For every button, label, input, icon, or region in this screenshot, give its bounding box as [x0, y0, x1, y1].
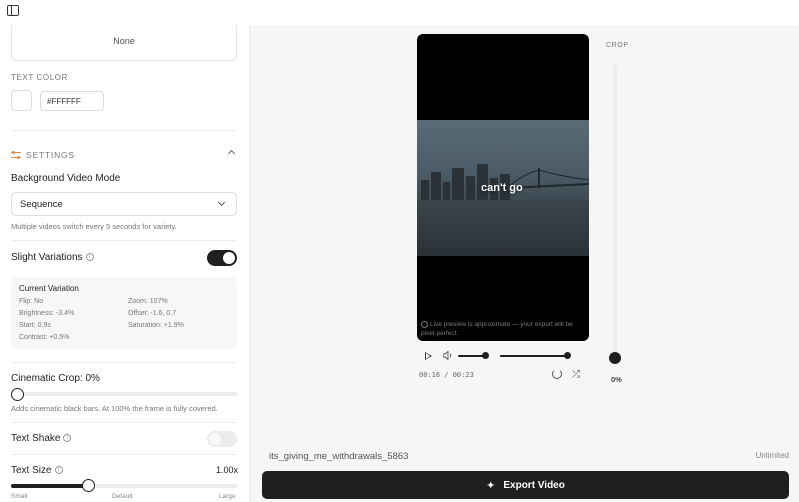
- text-shake-row: Text Shake i: [11, 433, 72, 444]
- slight-variations-toggle[interactable]: [207, 250, 237, 266]
- current-variation-title: Current Variation: [19, 284, 79, 293]
- sliders-icon: [11, 150, 21, 160]
- text-color-label: TEXT COLOR: [11, 73, 68, 82]
- shuffle-icon[interactable]: ⤮: [572, 370, 580, 380]
- text-color-hex-input[interactable]: [40, 91, 104, 111]
- divider: [11, 422, 237, 423]
- plan-badge: Unlimited: [755, 451, 789, 460]
- info-icon[interactable]: i: [54, 466, 63, 475]
- tick-large: Large: [219, 493, 236, 500]
- text-shake-toggle[interactable]: [207, 431, 237, 447]
- video-preview[interactable]: can't go Live preview is approximate — y…: [417, 34, 589, 341]
- sparkles-icon: ✦: [486, 479, 496, 492]
- settings-title: SETTINGS: [26, 150, 75, 160]
- chevron-up-icon[interactable]: [227, 149, 236, 158]
- variation-zoom: Zoom: 107%: [128, 298, 168, 305]
- crop-thumb[interactable]: [609, 352, 621, 364]
- settings-section-header[interactable]: SETTINGS: [11, 149, 237, 161]
- cinematic-crop-thumb[interactable]: [11, 388, 24, 401]
- tick-default: Default: [112, 493, 133, 500]
- cinematic-crop-track[interactable]: [11, 392, 237, 396]
- crop-label: CROP: [606, 42, 629, 49]
- top-bar: [0, 0, 799, 25]
- variation-flip: Flip: No: [19, 298, 44, 305]
- crop-slider[interactable]: [613, 65, 617, 355]
- font-style-option[interactable]: None: [11, 25, 237, 61]
- variation-saturation: Saturation: +1.9%: [128, 322, 184, 329]
- divider: [11, 454, 237, 455]
- slight-variations-row: Slight Variations i: [11, 252, 94, 263]
- file-name: its_giving_me_withdrawals_5863: [269, 451, 409, 462]
- settings-panel: None TEXT COLOR SETTINGS Background Vide…: [0, 25, 250, 502]
- divider: [11, 130, 237, 131]
- preview-note: Live preview is approximate — your expor…: [421, 320, 573, 337]
- slight-variations-label: Slight Variations: [11, 252, 83, 263]
- divider: [11, 362, 237, 363]
- water: [417, 200, 589, 256]
- variation-offset: Offset: -1.6, 0.7: [128, 310, 177, 317]
- volume-icon[interactable]: [443, 351, 453, 360]
- sidebar-toggle-icon[interactable]: [7, 5, 19, 16]
- bg-mode-label: Background Video Mode: [11, 173, 121, 184]
- text-size-value: 1.00x: [216, 465, 239, 475]
- crop-value: 0%: [611, 375, 622, 384]
- tick-small: Small: [11, 493, 28, 500]
- cinematic-crop-help: Adds cinematic black bars. At 100% the f…: [11, 404, 218, 413]
- info-icon[interactable]: i: [85, 253, 94, 262]
- volume-thumb[interactable]: [482, 352, 489, 359]
- text-size-label: Text Size: [11, 465, 52, 476]
- text-size-thumb[interactable]: [82, 479, 95, 492]
- info-icon[interactable]: i: [63, 434, 72, 443]
- seek-slider[interactable]: [500, 355, 568, 357]
- text-size-fill: [11, 484, 88, 488]
- play-icon[interactable]: [425, 352, 432, 360]
- divider: [11, 240, 237, 241]
- text-color-swatch[interactable]: [11, 90, 32, 111]
- seek-thumb[interactable]: [564, 352, 571, 359]
- playback-time: 00:16 / 00:23: [419, 371, 474, 379]
- text-size-row: Text Size i: [11, 465, 63, 476]
- caption-text: can't go: [481, 182, 523, 194]
- variation-contrast: Contrast: +0.5%: [19, 334, 70, 341]
- variation-start: Start: 0.9s: [19, 322, 51, 329]
- video-frame: can't go: [417, 120, 589, 256]
- bg-mode-help: Multiple videos switch every 5 seconds f…: [11, 222, 177, 231]
- text-shake-label: Text Shake: [11, 433, 61, 444]
- bg-mode-select[interactable]: Sequence: [11, 192, 237, 216]
- cinematic-crop-label: Cinematic Crop: 0%: [11, 373, 100, 384]
- chevron-down-icon: [217, 198, 226, 207]
- reset-icon[interactable]: [552, 369, 562, 379]
- info-circle-icon: [421, 320, 428, 328]
- current-variation-card: Current Variation Flip: No Zoom: 107% Br…: [11, 277, 237, 349]
- preview-area: can't go Live preview is approximate — y…: [250, 25, 799, 502]
- export-video-button[interactable]: ✦ Export Video: [262, 471, 789, 499]
- export-label: Export Video: [503, 479, 565, 491]
- variation-brightness: Brightness: -3.4%: [19, 310, 75, 317]
- bg-mode-value: Sequence: [20, 199, 63, 210]
